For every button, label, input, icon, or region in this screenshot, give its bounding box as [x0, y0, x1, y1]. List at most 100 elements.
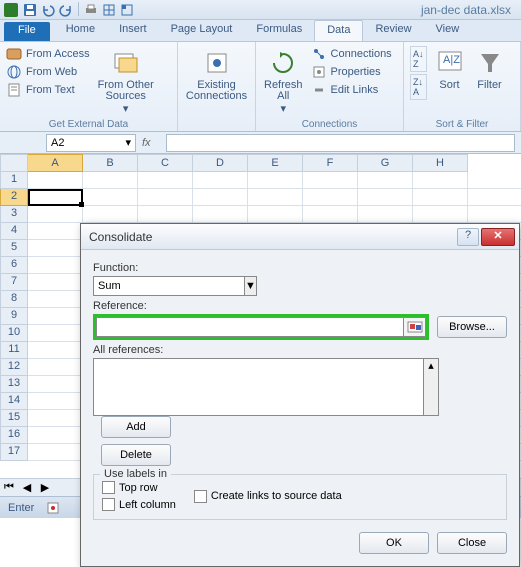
undo-icon[interactable]: [40, 2, 56, 18]
col-header-B[interactable]: B: [83, 154, 138, 172]
row-header[interactable]: 10: [0, 325, 28, 342]
col-header-A[interactable]: A: [28, 154, 83, 172]
from-web-button[interactable]: From Web: [6, 64, 90, 80]
refresh-icon: [268, 48, 298, 78]
sort-asc-button[interactable]: A↓Z: [410, 46, 427, 72]
row-header[interactable]: 7: [0, 274, 28, 291]
web-icon: [6, 64, 22, 80]
existing-connections-button[interactable]: Existing Connections: [184, 46, 249, 102]
row-header[interactable]: 6: [0, 257, 28, 274]
name-box[interactable]: A2 ▾: [46, 134, 136, 152]
function-dropdown-icon[interactable]: ▼: [245, 276, 257, 296]
col-header-G[interactable]: G: [358, 154, 413, 172]
from-other-sources-button[interactable]: From Other Sources▾: [96, 46, 156, 115]
sheet-nav-prev-icon[interactable]: ◀: [18, 481, 36, 494]
row-header[interactable]: 2: [0, 189, 28, 206]
row-header[interactable]: 4: [0, 223, 28, 240]
tab-view[interactable]: View: [424, 20, 472, 41]
dialog-titlebar[interactable]: Consolidate ? ✕: [81, 224, 519, 250]
tab-data[interactable]: Data: [314, 20, 363, 41]
delete-button[interactable]: Delete: [101, 444, 171, 466]
col-header-E[interactable]: E: [248, 154, 303, 172]
from-access-button[interactable]: From Access: [6, 46, 90, 62]
sheet-nav-next-icon[interactable]: ▶: [36, 481, 54, 494]
reference-input[interactable]: [96, 317, 404, 337]
ok-button[interactable]: OK: [359, 532, 429, 554]
create-links-checkbox[interactable]: Create links to source data: [194, 490, 342, 503]
connections-button[interactable]: Connections: [311, 46, 392, 62]
table-icon[interactable]: [101, 2, 117, 18]
collapse-dialog-icon[interactable]: [404, 317, 426, 337]
from-text-label: From Text: [26, 84, 75, 96]
sort-button[interactable]: A|ZSort: [433, 46, 467, 91]
row-header[interactable]: 13: [0, 376, 28, 393]
tab-formulas[interactable]: Formulas: [244, 20, 314, 41]
filter-label: Filter: [477, 80, 501, 91]
group-conn-label: Connections: [256, 119, 403, 130]
sheet-nav-first-icon[interactable]: ⏮: [0, 481, 18, 494]
name-box-value: A2: [51, 137, 64, 149]
pivot-icon[interactable]: [119, 2, 135, 18]
from-web-label: From Web: [26, 66, 77, 78]
from-text-button[interactable]: From Text: [6, 82, 90, 98]
allrefs-listbox[interactable]: [93, 358, 423, 416]
row-header[interactable]: 11: [0, 342, 28, 359]
print-icon[interactable]: [83, 2, 99, 18]
from-access-label: From Access: [26, 48, 90, 60]
tab-file[interactable]: File: [4, 22, 50, 41]
properties-label: Properties: [331, 66, 381, 78]
filter-button[interactable]: Filter: [473, 46, 507, 91]
row-header[interactable]: 17: [0, 444, 28, 461]
listbox-scrollbar[interactable]: ▴: [423, 358, 439, 416]
from-other-label: From Other Sources: [98, 80, 154, 102]
row-header[interactable]: 9: [0, 308, 28, 325]
edit-links-label: Edit Links: [331, 84, 379, 96]
other-sources-icon: [111, 48, 141, 78]
title-bar: jan-dec data.xlsx: [0, 0, 521, 20]
close-button[interactable]: Close: [437, 532, 507, 554]
col-header-H[interactable]: H: [413, 154, 468, 172]
dialog-help-button[interactable]: ?: [457, 228, 479, 246]
top-row-checkbox[interactable]: Top row: [102, 481, 176, 494]
col-header-C[interactable]: C: [138, 154, 193, 172]
group-sortfilter-label: Sort & Filter: [404, 119, 520, 130]
formula-bar[interactable]: [166, 134, 515, 152]
save-icon[interactable]: [22, 2, 38, 18]
add-button[interactable]: Add: [101, 416, 171, 438]
properties-button[interactable]: Properties: [311, 64, 392, 80]
dialog-close-button[interactable]: ✕: [481, 228, 515, 246]
consolidate-dialog: Consolidate ? ✕ Function: ▼ Reference: B…: [80, 223, 520, 567]
ribbon-tabs: File Home Insert Page Layout Formulas Da…: [0, 20, 521, 42]
redo-icon[interactable]: [58, 2, 74, 18]
row-header[interactable]: 12: [0, 359, 28, 376]
col-header-F[interactable]: F: [303, 154, 358, 172]
edit-links-button[interactable]: Edit Links: [311, 82, 392, 98]
function-combo[interactable]: ▼: [93, 276, 233, 296]
row-header[interactable]: 3: [0, 206, 28, 223]
row-header[interactable]: 5: [0, 240, 28, 257]
window-title: jan-dec data.xlsx: [421, 3, 517, 17]
select-all-corner[interactable]: [0, 154, 28, 172]
dropdown-icon[interactable]: ▾: [125, 136, 131, 149]
sort-desc-button[interactable]: Z↓A: [410, 74, 427, 100]
tab-insert[interactable]: Insert: [107, 20, 159, 41]
browse-button[interactable]: Browse...: [437, 316, 507, 338]
tab-home[interactable]: Home: [54, 20, 107, 41]
row-header[interactable]: 16: [0, 427, 28, 444]
refresh-all-button[interactable]: Refresh All▾: [262, 46, 305, 115]
fx-icon[interactable]: fx: [142, 137, 160, 149]
col-header-D[interactable]: D: [193, 154, 248, 172]
row-header[interactable]: 8: [0, 291, 28, 308]
macro-record-icon[interactable]: [46, 501, 60, 515]
row-header[interactable]: 15: [0, 410, 28, 427]
row-header[interactable]: 14: [0, 393, 28, 410]
left-column-checkbox[interactable]: Left column: [102, 498, 176, 511]
dialog-title: Consolidate: [89, 230, 457, 244]
tab-review[interactable]: Review: [363, 20, 423, 41]
tab-page-layout[interactable]: Page Layout: [159, 20, 245, 41]
ribbon-body: From Access From Web From Text From Othe…: [0, 42, 521, 132]
create-links-label: Create links to source data: [211, 490, 342, 502]
function-input[interactable]: [93, 276, 245, 296]
allrefs-label: All references:: [93, 344, 507, 356]
row-header[interactable]: 1: [0, 172, 28, 189]
